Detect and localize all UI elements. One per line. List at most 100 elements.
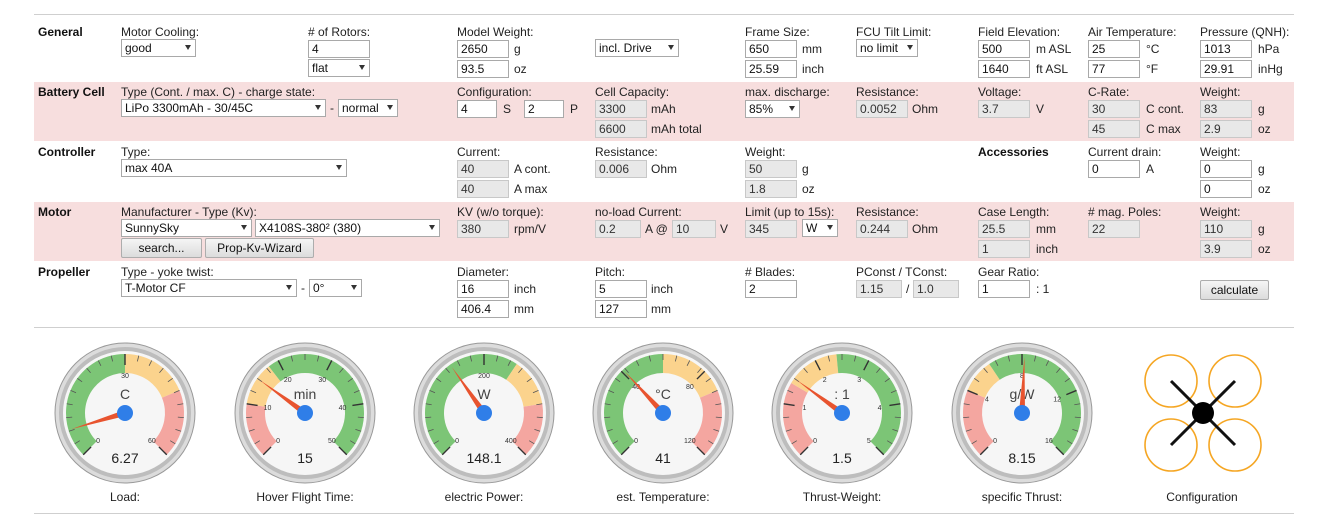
motor-weight-oz-field[interactable]: 3.9 (1200, 240, 1252, 258)
gauge-face (63, 351, 187, 475)
c-rate-max-field[interactable]: 45 (1088, 120, 1140, 138)
motor-search-button[interactable]: search... (121, 238, 202, 258)
gear-ratio-input[interactable]: 1 (978, 280, 1030, 298)
limit-unit-select[interactable]: W (802, 219, 838, 237)
unit-g: g (1258, 222, 1265, 236)
c-rate-cont-field[interactable]: 30 (1088, 100, 1140, 118)
fcu-tilt-label: FCU Tilt Limit: (856, 25, 932, 39)
field-elevation-m-input[interactable]: 500 (978, 40, 1030, 58)
frame-size-inch-input[interactable]: 25.59 (745, 60, 797, 78)
gauge-minor-tick (469, 355, 473, 362)
motor-resistance-field[interactable]: 0.244 (856, 220, 908, 238)
model-weight-oz-input[interactable]: 93.5 (457, 60, 509, 78)
config-s-input[interactable]: 4 (457, 100, 497, 118)
gauge-unit: : 1 (834, 386, 850, 402)
max-discharge-select[interactable]: 85% (745, 100, 800, 118)
battery-resistance-field[interactable]: 0.0052 (856, 100, 908, 118)
gauge-value: 41 (655, 450, 671, 466)
gauge-minor-tick (427, 428, 434, 432)
voltage-field[interactable]: 3.7 (978, 100, 1030, 118)
case-length-mm-field[interactable]: 25.5 (978, 220, 1030, 238)
frame-size-label: Frame Size: (745, 25, 810, 39)
model-weight-g-input[interactable]: 2650 (457, 40, 509, 58)
cell-capacity-label: Cell Capacity: (595, 85, 670, 99)
motor-resistance-label: Resistance: (856, 205, 919, 219)
unit-c-max: C max (1146, 122, 1181, 136)
case-length-inch-field[interactable]: 1 (978, 240, 1030, 258)
air-temp-f-input[interactable]: 77 (1088, 60, 1140, 78)
gauge-minor-tick (620, 450, 626, 456)
config-p-input[interactable]: 2 (524, 100, 564, 118)
gauge-minor-tick (711, 390, 718, 394)
rotors-input[interactable]: 4 (308, 40, 370, 58)
gauge-minor-tick (697, 367, 702, 373)
charge-state-select[interactable]: normal (338, 99, 398, 117)
gauge-minor-tick (82, 450, 88, 456)
gauge-major-tick (246, 403, 258, 407)
current-drain-input[interactable]: 0 (1088, 160, 1140, 178)
noload-current-field[interactable]: 0.2 (595, 220, 641, 238)
air-temp-c-input[interactable]: 25 (1088, 40, 1140, 58)
motor-type-select[interactable]: X4108S-380² (380) (255, 219, 440, 237)
pressure-inhg-input[interactable]: 29.91 (1200, 60, 1252, 78)
controller-weight-g-field[interactable]: 50 (745, 160, 797, 178)
controller-type-select[interactable]: max 40A (121, 159, 347, 177)
gauge-minor-tick (787, 390, 794, 394)
tconst-field[interactable]: 1.0 (913, 280, 959, 298)
gauge-hub (117, 405, 133, 421)
gauge-minor-tick (536, 403, 543, 406)
gauge-tick-label: 40 (632, 384, 640, 391)
propeller-type-select[interactable]: T-Motor CF (121, 279, 297, 297)
max-discharge-label: max. discharge: (745, 85, 830, 99)
controller-current-max-field[interactable]: 40 (457, 180, 509, 198)
blades-input[interactable]: 2 (745, 280, 797, 298)
controller-weight-oz-field[interactable]: 1.8 (745, 180, 797, 198)
battery-type-select[interactable]: LiPo 3300mAh - 30/45C (121, 99, 326, 117)
motor-weight-g-field[interactable]: 110 (1200, 220, 1252, 238)
field-elevation-ft-input[interactable]: 1640 (978, 60, 1030, 78)
diameter-inch-input[interactable]: 16 (457, 280, 509, 298)
cell-capacity-field[interactable]: 3300 (595, 100, 647, 118)
chevron-down-icon (315, 105, 321, 110)
controller-current-cont-field[interactable]: 40 (457, 160, 509, 178)
battery-weight-g-field[interactable]: 83 (1200, 100, 1252, 118)
gauge-minor-tick (1007, 355, 1011, 362)
kv-field[interactable]: 380 (457, 220, 509, 238)
gauge-minor-tick (827, 355, 831, 362)
mag-poles-field[interactable]: 22 (1088, 220, 1140, 238)
accessories-weight-oz-input[interactable]: 0 (1200, 180, 1252, 198)
battery-weight-oz-field[interactable]: 2.9 (1200, 120, 1252, 138)
pitch-mm-input[interactable]: 127 (595, 300, 647, 318)
gauge-minor-tick (277, 360, 282, 366)
general-title: General (38, 25, 83, 39)
yoke-twist-select[interactable]: 0° (309, 279, 362, 297)
pressure-hpa-input[interactable]: 1013 (1200, 40, 1252, 58)
accessories-weight-g-input[interactable]: 0 (1200, 160, 1252, 178)
motor-manufacturer-select[interactable]: SunnySky (121, 219, 252, 237)
gauge-minor-tick (648, 355, 652, 362)
rotors-layout-select[interactable]: flat (308, 59, 370, 77)
pitch-inch-input[interactable]: 5 (595, 280, 647, 298)
unit-oz: oz (1258, 182, 1271, 196)
mid-divider (34, 327, 1294, 328)
gauge-caption-load: Load: (109, 490, 141, 504)
calculate-button[interactable]: calculate (1200, 280, 1269, 300)
frame-size-mm-input[interactable]: 650 (745, 40, 797, 58)
yoke-twist-value: 0° (313, 281, 325, 295)
pconst-field[interactable]: 1.15 (856, 280, 902, 298)
noload-voltage-field[interactable]: 10 (672, 220, 716, 238)
gauge-minor-tick (1066, 440, 1073, 445)
gauge-zone (66, 354, 125, 455)
diameter-mm-input[interactable]: 406.4 (457, 300, 509, 318)
controller-resistance-field[interactable]: 0.006 (595, 160, 647, 178)
fcu-tilt-select[interactable]: no limit (856, 39, 918, 57)
gauge-minor-tick (707, 440, 714, 445)
prop-kv-wizard-button[interactable]: Prop-Kv-Wizard (205, 238, 314, 258)
gauge-major-tick (696, 446, 706, 456)
gauge-minor-tick (715, 403, 722, 406)
gauge-needle (624, 371, 666, 416)
motor-cooling-select[interactable]: good (121, 39, 196, 57)
gauge-tick-label: 400 (505, 438, 517, 445)
limit-field[interactable]: 345 (745, 220, 797, 238)
drive-select[interactable]: incl. Drive (595, 39, 679, 57)
